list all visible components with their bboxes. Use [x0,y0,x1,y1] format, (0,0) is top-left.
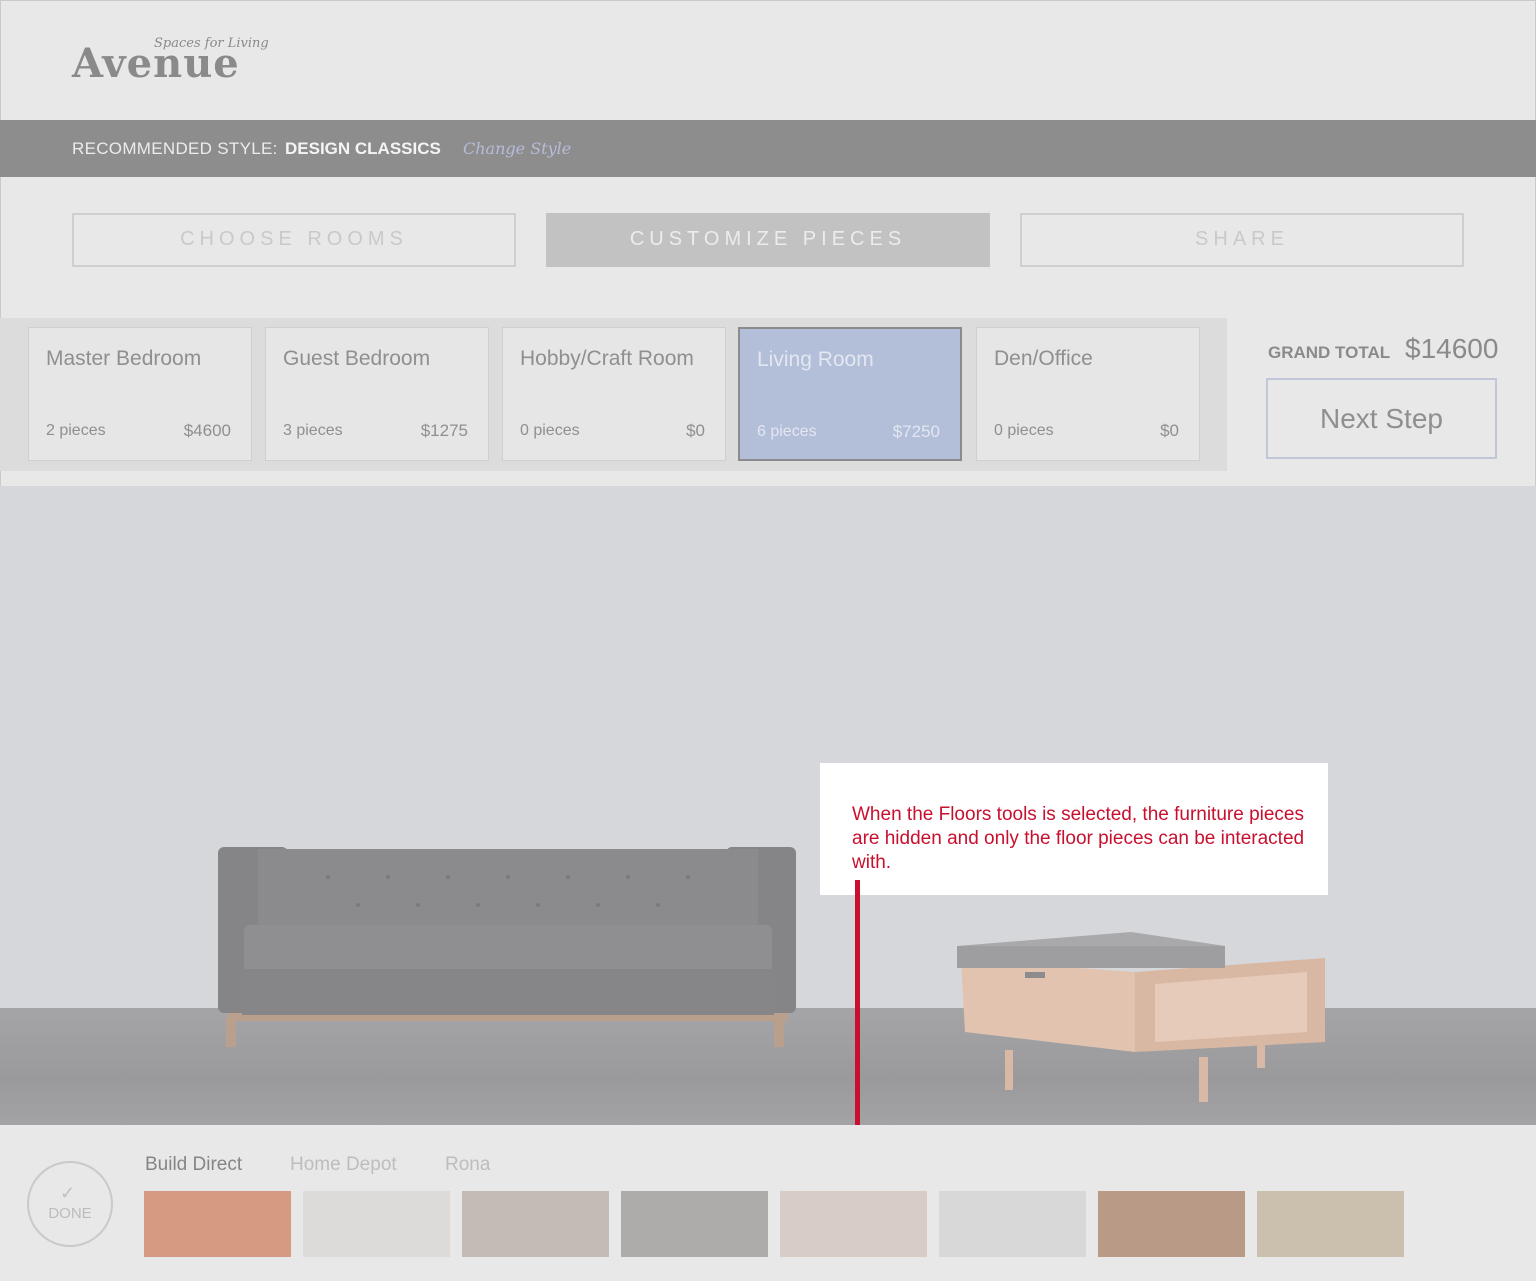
room-card-living-room[interactable]: Living Room 6 pieces $7250 [738,327,962,461]
annotation-callout: When the Floors tools is selected, the f… [820,763,1328,895]
room-price: $0 [1160,421,1179,440]
storage-bench-image [957,932,1325,1102]
floor-swatch[interactable] [1098,1191,1245,1257]
room-piece-count: 3 pieces [283,422,343,439]
step-customize-pieces[interactable]: CUSTOMIZE PIECES [546,213,990,267]
change-style-link[interactable]: Change Style [463,139,571,158]
vendor-tab-home-depot[interactable]: Home Depot [290,1154,397,1176]
recommended-style-value: DESIGN CLASSICS [285,139,441,158]
checkmark-icon: ✓ [60,1183,76,1203]
room-name: Master Bedroom [46,347,202,370]
room-piece-count: 6 pieces [757,423,817,440]
grand-total-label: GRAND TOTAL [1268,343,1391,362]
grand-total-value: $14600 [1405,333,1499,364]
next-step-button[interactable]: Next Step [1266,378,1497,459]
room-price: $7250 [892,422,940,441]
recommended-style-label: RECOMMENDED STYLE: [72,139,278,158]
room-piece-count: 0 pieces [994,422,1054,439]
recommended-style-bar: RECOMMENDED STYLE: DESIGN CLASSICS Chang… [0,120,1536,177]
floor-swatch[interactable] [939,1191,1086,1257]
room-piece-count: 0 pieces [520,422,580,439]
room-price: $1275 [420,421,468,440]
vendor-tab-build-direct[interactable]: Build Direct [145,1154,242,1176]
room-name: Living Room [757,348,874,371]
room-card-guest-bedroom[interactable]: Guest Bedroom 3 pieces $1275 [265,327,489,461]
done-button[interactable]: ✓ DONE [27,1161,113,1247]
room-name: Hobby/Craft Room [520,347,694,370]
annotation-pointer-line [855,880,860,1151]
logo-name: Avenue [72,40,240,87]
floor-swatch[interactable] [780,1191,927,1257]
floor-swatch[interactable] [144,1191,291,1257]
room-price: $4600 [183,421,231,440]
floor-swatch[interactable] [462,1191,609,1257]
floor-swatch[interactable] [621,1191,768,1257]
step-choose-rooms[interactable]: CHOOSE ROOMS [72,213,516,267]
tufted-sofa-image [218,847,796,1047]
room-piece-count: 2 pieces [46,422,106,439]
done-label: DONE [48,1205,92,1222]
annotation-text: When the Floors tools is selected, the f… [852,804,1305,873]
room-price: $0 [686,421,705,440]
room-card-den-office[interactable]: Den/Office 0 pieces $0 [976,327,1200,461]
room-card-master-bedroom[interactable]: Master Bedroom 2 pieces $4600 [28,327,252,461]
avenue-logo[interactable]: Spaces for Living Avenue [72,36,272,87]
floor-swatch[interactable] [303,1191,450,1257]
vendor-tab-rona[interactable]: Rona [445,1154,490,1176]
room-name: Den/Office [994,347,1093,370]
floor-swatch[interactable] [1257,1191,1404,1257]
step-share[interactable]: SHARE [1020,213,1464,267]
room-card-hobby-craft-room[interactable]: Hobby/Craft Room 0 pieces $0 [502,327,726,461]
room-name: Guest Bedroom [283,347,431,370]
